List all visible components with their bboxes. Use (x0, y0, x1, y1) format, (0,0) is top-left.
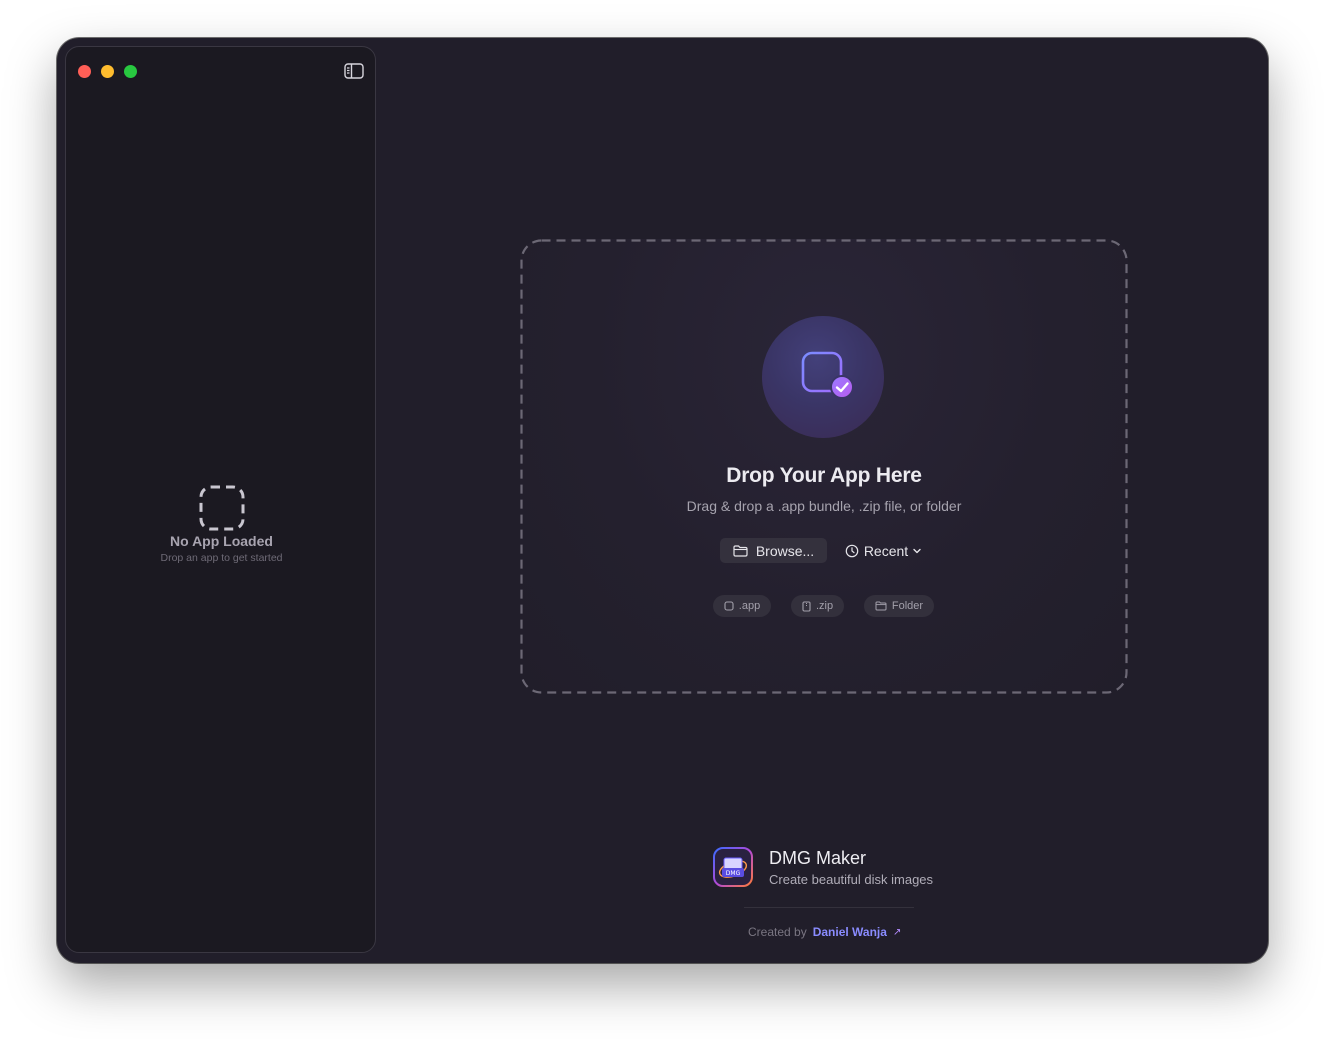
sidebar: No App Loaded Drop an app to get started (65, 46, 376, 953)
folder-icon (875, 601, 887, 611)
chip-folder[interactable]: Folder (864, 595, 934, 617)
browse-label: Browse... (755, 542, 815, 559)
recent-dropdown[interactable]: Recent (842, 538, 924, 563)
folder-icon (733, 544, 748, 557)
recent-label: Recent (863, 542, 909, 559)
drop-zone[interactable]: Drop Your App Here Drag & drop a .app bu… (520, 239, 1128, 694)
app-name: DMG Maker (769, 848, 867, 868)
sidebar-toggle-icon[interactable] (344, 63, 364, 79)
zip-icon (802, 600, 811, 612)
chevron-down-icon (913, 548, 921, 553)
app-icon (724, 601, 734, 611)
chip-app-label: .app (738, 600, 761, 612)
close-window-button[interactable] (78, 65, 91, 78)
drop-app-badge (762, 316, 884, 438)
app-check-icon (801, 351, 854, 399)
chip-zip-label: .zip (815, 600, 834, 612)
app-tagline: Create beautiful disk images (769, 872, 934, 887)
drop-subtitle: Drag & drop a .app bundle, .zip file, or… (686, 498, 962, 514)
dmg-maker-logo: DMG (713, 847, 753, 887)
drop-title: Drop Your App Here (726, 464, 922, 487)
zoom-window-button[interactable] (124, 65, 137, 78)
browse-button[interactable]: Browse... (720, 538, 827, 563)
author-link[interactable]: Daniel Wanja (813, 925, 887, 939)
svg-text:DMG: DMG (726, 870, 741, 877)
chip-folder-label: Folder (891, 600, 924, 612)
chip-zip[interactable]: .zip (791, 595, 844, 617)
no-app-title: No App Loaded (170, 533, 273, 549)
empty-app-icon (199, 485, 244, 531)
clock-icon (845, 544, 859, 557)
minimize-window-button[interactable] (101, 65, 114, 78)
external-link-icon[interactable]: ↗ (893, 927, 901, 938)
credit-prefix: Created by (748, 925, 807, 939)
footer-divider (744, 907, 914, 908)
sidebar-empty-state: No App Loaded Drop an app to get started (66, 485, 377, 564)
no-app-subtitle: Drop an app to get started (160, 552, 283, 564)
chip-app[interactable]: .app (713, 595, 771, 617)
app-window: No App Loaded Drop an app to get started (57, 38, 1268, 963)
credit-line: Created by Daniel Wanja ↗ (748, 925, 901, 939)
